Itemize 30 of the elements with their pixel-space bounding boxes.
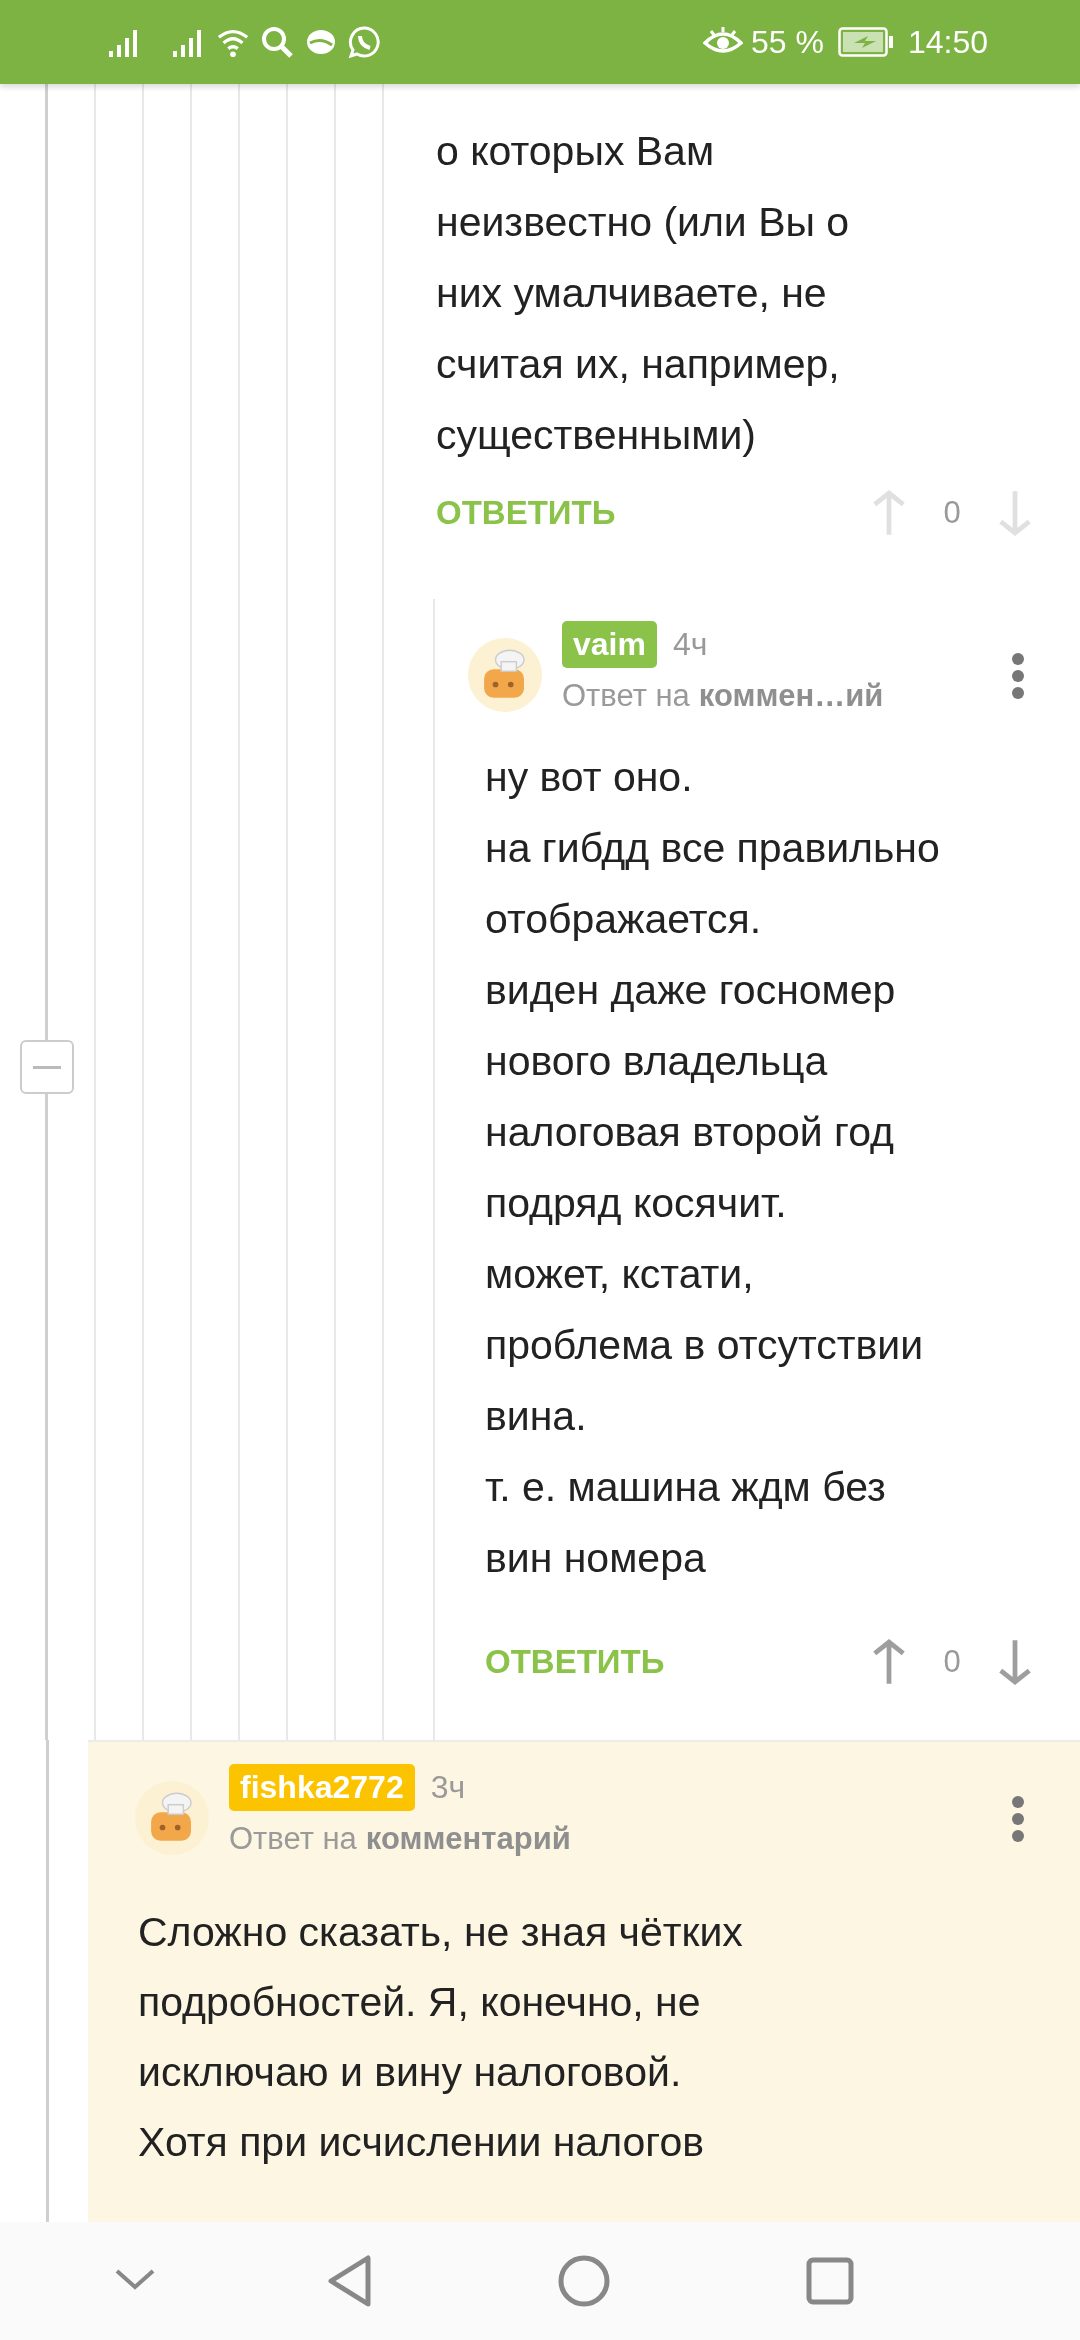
recents-icon[interactable] — [806, 2257, 854, 2305]
clock: 14:50 — [907, 23, 988, 61]
avatar-icon — [134, 1780, 210, 1856]
username-badge[interactable]: fishka2772 — [229, 1764, 415, 1811]
avatar-icon — [467, 637, 543, 713]
battery-percent: 55 % — [751, 23, 824, 61]
back-icon[interactable] — [328, 2255, 372, 2307]
more-options-icon[interactable] — [1011, 1794, 1025, 1844]
collapse-button[interactable] — [20, 1040, 74, 1094]
chat-icon — [348, 25, 382, 59]
comment-time: 3ч — [430, 1769, 466, 1806]
reply-button[interactable]: ОТВЕТИТЬ — [436, 494, 616, 532]
reply-to-label: Ответ на — [562, 678, 690, 714]
comment-text: Сложно сказать, не зная чётких подробностей. Я, конечно, не исключаю и вину налоговой. Хотя при исчислении налогов — [138, 1908, 744, 2167]
comment-text: о которых Вам неизвестно (или Вы о них умалчиваете, не считая их, например, существенными) — [436, 127, 851, 460]
reply-button[interactable]: ОТВЕТИТЬ — [485, 1643, 665, 1681]
reply-to-link[interactable]: комментарий — [365, 1821, 571, 1857]
upvote-icon[interactable] — [870, 1638, 908, 1686]
username-badge[interactable]: vaim — [562, 621, 657, 668]
reply-to-label: Ответ на — [229, 1821, 357, 1857]
search-icon — [260, 25, 294, 59]
rating-count: 0 — [942, 1644, 962, 1680]
battery-charging-icon — [837, 27, 894, 57]
more-options-icon[interactable] — [1011, 651, 1025, 701]
reply-to-link[interactable]: коммен…ий — [698, 678, 884, 714]
home-icon[interactable] — [558, 2255, 610, 2307]
comment-time: 4ч — [672, 626, 708, 663]
comment-text: ну вот оно. на гибдд все правильно отображается. виден даже госномер нового владельца налоговая второй год подряд косячит. может, кстати, проблема в отсутствии вина. т. е. машина ждм без вин номера — [485, 753, 941, 1583]
rating-count: 0 — [942, 495, 962, 531]
downvote-icon[interactable] — [996, 1638, 1034, 1686]
